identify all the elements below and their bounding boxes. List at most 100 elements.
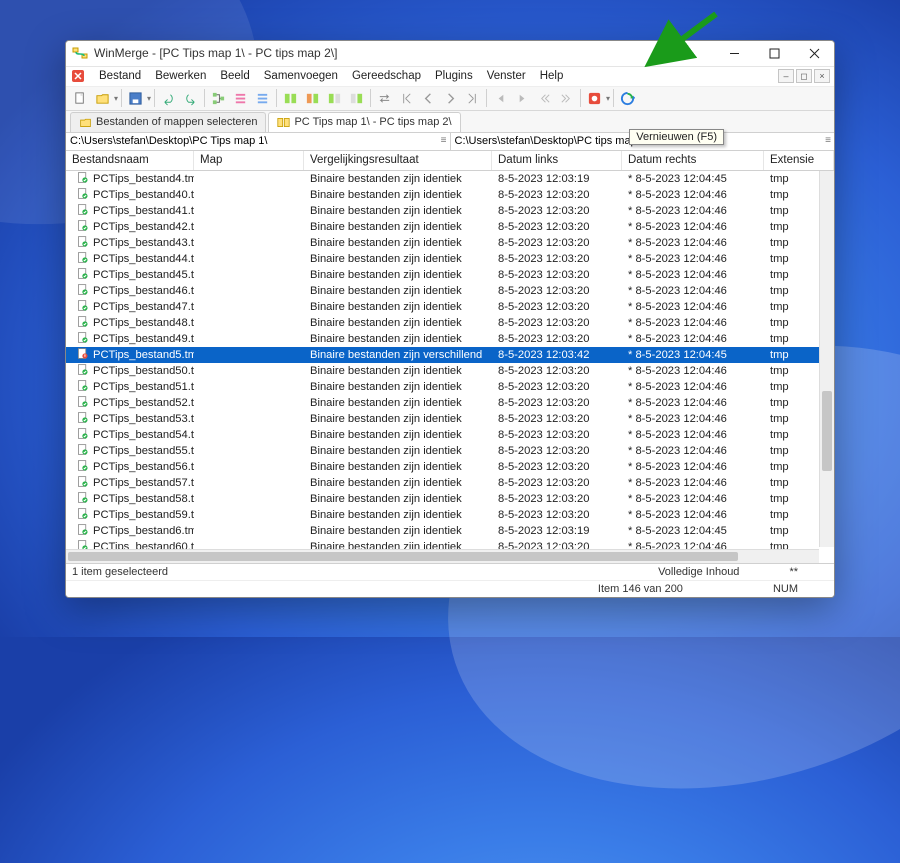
table-row[interactable]: PCTips_bestand42.tmpBinaire bestanden zi… [66, 219, 834, 235]
last-diff-button[interactable] [462, 88, 483, 108]
table-row[interactable]: PCTips_bestand55.tmpBinaire bestanden zi… [66, 443, 834, 459]
col-header-name[interactable]: Bestandsnaam [66, 151, 194, 170]
result-cell: Binaire bestanden zijn identiek [304, 413, 492, 425]
filter-equal-button[interactable] [280, 88, 301, 108]
tree-view-button[interactable] [208, 88, 229, 108]
col-header-date-left[interactable]: Datum links [492, 151, 622, 170]
column-header-row: Bestandsnaam Map Vergelijkingsresultaat … [66, 151, 834, 171]
mdi-restore-button[interactable]: ◻ [796, 69, 812, 83]
next-diff-button[interactable] [440, 88, 461, 108]
file-icon [76, 475, 89, 491]
table-row[interactable]: PCTips_bestand46.tmpBinaire bestanden zi… [66, 283, 834, 299]
scrollbar-thumb[interactable] [68, 552, 738, 561]
table-row[interactable]: PCTips_bestand5.tmpBinaire bestanden zij… [66, 347, 834, 363]
options-button[interactable] [584, 88, 605, 108]
winmerge-app-icon [72, 45, 88, 61]
file-icon [76, 347, 89, 363]
col-header-ext[interactable]: Extensie [764, 151, 834, 170]
menu-gereedschap[interactable]: Gereedschap [345, 69, 428, 83]
table-row[interactable]: PCTips_bestand4.tmpBinaire bestanden zij… [66, 171, 834, 187]
result-cell: Binaire bestanden zijn identiek [304, 253, 492, 265]
table-row[interactable]: PCTips_bestand53.tmpBinaire bestanden zi… [66, 411, 834, 427]
save-button[interactable] [125, 88, 146, 108]
menu-plugins[interactable]: Plugins [428, 69, 480, 83]
table-row[interactable]: PCTips_bestand59.tmpBinaire bestanden zi… [66, 507, 834, 523]
menu-help[interactable]: Help [533, 69, 571, 83]
table-row[interactable]: PCTips_bestand51.tmpBinaire bestanden zi… [66, 379, 834, 395]
open-button[interactable] [92, 88, 113, 108]
col-header-map[interactable]: Map [194, 151, 304, 170]
menu-venster[interactable]: Venster [480, 69, 533, 83]
tab-compare[interactable]: PC Tips map 1\ - PC tips map 2\ [268, 112, 460, 132]
redo-button[interactable] [180, 88, 201, 108]
overflow-icon[interactable]: ≡ [825, 135, 831, 146]
tab-label: PC Tips map 1\ - PC tips map 2\ [294, 116, 451, 128]
col-header-date-right[interactable]: Datum rechts [622, 151, 764, 170]
date-left-cell: 8-5-2023 12:03:20 [492, 253, 622, 265]
date-right-cell: * 8-5-2023 12:04:46 [622, 477, 764, 489]
table-row[interactable]: PCTips_bestand57.tmpBinaire bestanden zi… [66, 475, 834, 491]
table-row[interactable]: PCTips_bestand49.tmpBinaire bestanden zi… [66, 331, 834, 347]
file-name: PCTips_bestand55.tmp [93, 445, 194, 457]
refresh-button[interactable] [617, 88, 638, 108]
col-header-result[interactable]: Vergelijkingsresultaat [304, 151, 492, 170]
table-row[interactable]: PCTips_bestand52.tmpBinaire bestanden zi… [66, 395, 834, 411]
table-row[interactable]: PCTips_bestand44.tmpBinaire bestanden zi… [66, 251, 834, 267]
file-icon [76, 315, 89, 331]
mdi-minimize-button[interactable]: – [778, 69, 794, 83]
scrollbar-thumb[interactable] [822, 391, 832, 471]
date-right-cell: * 8-5-2023 12:04:46 [622, 413, 764, 425]
menu-bestand[interactable]: Bestand [92, 69, 148, 83]
table-row[interactable]: PCTips_bestand50.tmpBinaire bestanden zi… [66, 363, 834, 379]
copy-right-button[interactable] [512, 88, 533, 108]
tab-select-files[interactable]: Bestanden of mappen selecteren [70, 112, 266, 132]
copy-left-button[interactable] [490, 88, 511, 108]
table-row[interactable]: PCTips_bestand40.tmpBinaire bestanden zi… [66, 187, 834, 203]
swap-button[interactable] [374, 88, 395, 108]
copy-left-all-button[interactable] [534, 88, 555, 108]
file-icon [76, 363, 89, 379]
table-row[interactable]: PCTips_bestand6.tmpBinaire bestanden zij… [66, 523, 834, 539]
filter-right-button[interactable] [346, 88, 367, 108]
undo-button[interactable] [158, 88, 179, 108]
date-left-cell: 8-5-2023 12:03:20 [492, 301, 622, 313]
expand-all-button[interactable] [230, 88, 251, 108]
result-cell: Binaire bestanden zijn identiek [304, 381, 492, 393]
prev-diff-button[interactable] [418, 88, 439, 108]
table-row[interactable]: PCTips_bestand48.tmpBinaire bestanden zi… [66, 315, 834, 331]
toolbar: ▾ ▾ ▾ [66, 87, 834, 111]
menu-samenvoegen[interactable]: Samenvoegen [257, 69, 345, 83]
close-button[interactable] [794, 41, 834, 66]
filter-diff-button[interactable] [302, 88, 323, 108]
filter-left-button[interactable] [324, 88, 345, 108]
table-row[interactable]: PCTips_bestand54.tmpBinaire bestanden zi… [66, 427, 834, 443]
collapse-all-button[interactable] [252, 88, 273, 108]
date-right-cell: * 8-5-2023 12:04:46 [622, 301, 764, 313]
mdi-close-button[interactable]: × [814, 69, 830, 83]
table-row[interactable]: PCTips_bestand41.tmpBinaire bestanden zi… [66, 203, 834, 219]
table-row[interactable]: PCTips_bestand47.tmpBinaire bestanden zi… [66, 299, 834, 315]
vertical-scrollbar[interactable] [819, 171, 834, 547]
file-icon [76, 443, 89, 459]
maximize-button[interactable] [754, 41, 794, 66]
table-row[interactable]: PCTips_bestand45.tmpBinaire bestanden zi… [66, 267, 834, 283]
stop-icon[interactable] [70, 68, 86, 84]
minimize-button[interactable] [714, 41, 754, 66]
file-name: PCTips_bestand40.tmp [93, 189, 194, 201]
file-name: PCTips_bestand5.tmp [93, 349, 194, 361]
horizontal-scrollbar[interactable] [66, 549, 819, 563]
menu-beeld[interactable]: Beeld [213, 69, 256, 83]
file-icon [76, 283, 89, 299]
file-icon [76, 379, 89, 395]
table-row[interactable]: PCTips_bestand58.tmpBinaire bestanden zi… [66, 491, 834, 507]
new-button[interactable] [70, 88, 91, 108]
copy-right-all-button[interactable] [556, 88, 577, 108]
table-row[interactable]: PCTips_bestand56.tmpBinaire bestanden zi… [66, 459, 834, 475]
table-row[interactable]: PCTips_bestand43.tmpBinaire bestanden zi… [66, 235, 834, 251]
file-list[interactable]: PCTips_bestand4.tmpBinaire bestanden zij… [66, 171, 834, 563]
menu-bewerken[interactable]: Bewerken [148, 69, 213, 83]
path-left[interactable]: C:\Users\stefan\Desktop\PC Tips map 1\ ≡ [66, 133, 451, 150]
file-icon [76, 235, 89, 251]
overflow-icon[interactable]: ≡ [441, 135, 447, 146]
first-diff-button[interactable] [396, 88, 417, 108]
